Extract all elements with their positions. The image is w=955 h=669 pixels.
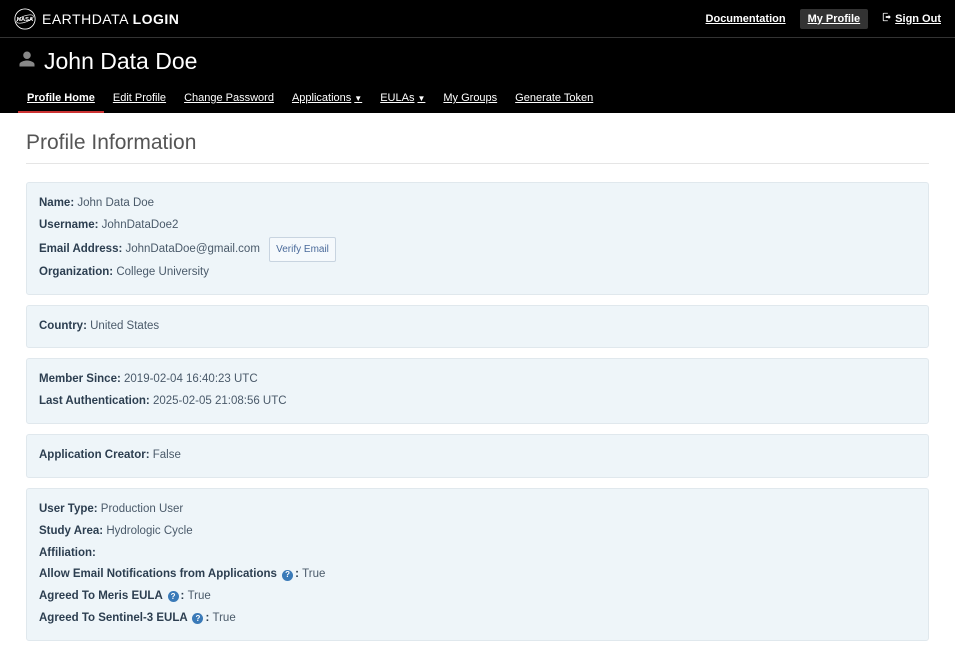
value: JohnDataDoe@gmail.com: [126, 243, 260, 255]
help-icon[interactable]: ?: [168, 591, 179, 602]
value: False: [153, 449, 181, 461]
label: Country:: [39, 320, 87, 332]
label: Email Address:: [39, 243, 122, 255]
tabs: Profile Home Edit Profile Change Passwor…: [18, 75, 937, 113]
field-name: Name: John Data Doe: [39, 193, 916, 215]
help-icon[interactable]: ?: [282, 570, 293, 581]
value: True: [188, 590, 211, 602]
label: Application Creator:: [39, 449, 150, 461]
label: Organization:: [39, 266, 113, 278]
field-member-since: Member Since: 2019-02-04 16:40:23 UTC: [39, 369, 916, 391]
label: Last Authentication:: [39, 395, 150, 407]
value: JohnDataDoe2: [102, 219, 179, 231]
field-sentinel-eula: Agreed To Sentinel-3 EULA ?: True: [39, 608, 916, 630]
nasa-logo-icon: NASA: [14, 8, 36, 30]
field-user-type: User Type: Production User: [39, 499, 916, 521]
brand: NASA EARTHDATA LOGIN: [14, 8, 179, 30]
user-bar: John Data Doe Profile Home Edit Profile …: [0, 38, 955, 113]
my-profile-link[interactable]: My Profile: [800, 9, 869, 29]
tab-applications[interactable]: Applications ▼: [283, 85, 371, 113]
label: Member Since:: [39, 373, 121, 385]
label: Agreed To Meris EULA ?:: [39, 590, 188, 602]
page-title: Profile Information: [26, 131, 929, 164]
help-icon[interactable]: ?: [192, 613, 203, 624]
field-app-creator: Application Creator: False: [39, 445, 916, 467]
field-allow-email: Allow Email Notifications from Applicati…: [39, 564, 916, 586]
sign-out-wrap[interactable]: Sign Out: [882, 12, 941, 25]
value: United States: [90, 320, 159, 332]
value: John Data Doe: [77, 197, 154, 209]
label: Allow Email Notifications from Applicati…: [39, 568, 302, 580]
field-username: Username: JohnDataDoe2: [39, 215, 916, 237]
field-country: Country: United States: [39, 316, 916, 338]
card-app-creator: Application Creator: False: [26, 434, 929, 478]
value: College University: [116, 266, 209, 278]
tab-profile-home[interactable]: Profile Home: [18, 85, 104, 113]
value: 2025-02-05 21:08:56 UTC: [153, 395, 287, 407]
field-organization: Organization: College University: [39, 262, 916, 284]
value: Hydrologic Cycle: [106, 525, 192, 537]
page-user-name: John Data Doe: [44, 48, 197, 75]
tab-eulas[interactable]: EULAs ▼: [371, 85, 434, 113]
label: User Type:: [39, 503, 98, 515]
documentation-link[interactable]: Documentation: [706, 13, 786, 25]
value: Production User: [101, 503, 183, 515]
tab-applications-label: Applications: [292, 92, 351, 104]
caret-down-icon: ▼: [417, 94, 425, 103]
verify-email-button[interactable]: Verify Email: [269, 237, 336, 262]
label: Affiliation:: [39, 547, 96, 559]
sign-out-link[interactable]: Sign Out: [895, 13, 941, 25]
label: Study Area:: [39, 525, 103, 537]
card-dates: Member Since: 2019-02-04 16:40:23 UTC La…: [26, 358, 929, 424]
sign-out-icon: [882, 12, 892, 25]
value: 2019-02-04 16:40:23 UTC: [124, 373, 258, 385]
card-details: User Type: Production User Study Area: H…: [26, 488, 929, 641]
label: Username:: [39, 219, 98, 231]
field-email: Email Address: JohnDataDoe@gmail.com Ver…: [39, 237, 916, 262]
tab-generate-token[interactable]: Generate Token: [506, 85, 602, 113]
top-bar: NASA EARTHDATA LOGIN Documentation My Pr…: [0, 0, 955, 38]
label: Agreed To Sentinel-3 EULA ?:: [39, 612, 213, 624]
brand-text: EARTHDATA LOGIN: [42, 11, 179, 27]
value: True: [213, 612, 236, 624]
label: Name:: [39, 197, 74, 209]
user-icon: [18, 50, 36, 73]
username-row: John Data Doe: [18, 48, 937, 75]
card-country: Country: United States: [26, 305, 929, 349]
tab-change-password[interactable]: Change Password: [175, 85, 283, 113]
tab-my-groups[interactable]: My Groups: [434, 85, 506, 113]
svg-text:NASA: NASA: [17, 16, 33, 22]
card-basic-info: Name: John Data Doe Username: JohnDataDo…: [26, 182, 929, 295]
value: True: [302, 568, 325, 580]
tab-edit-profile[interactable]: Edit Profile: [104, 85, 175, 113]
field-affiliation: Affiliation:: [39, 543, 916, 565]
field-study-area: Study Area: Hydrologic Cycle: [39, 521, 916, 543]
field-last-auth: Last Authentication: 2025-02-05 21:08:56…: [39, 391, 916, 413]
tab-eulas-label: EULAs: [380, 92, 414, 104]
field-meris-eula: Agreed To Meris EULA ?: True: [39, 586, 916, 608]
caret-down-icon: ▼: [354, 94, 362, 103]
content: Profile Information Name: John Data Doe …: [0, 113, 955, 669]
top-links: Documentation My Profile Sign Out: [706, 9, 941, 29]
